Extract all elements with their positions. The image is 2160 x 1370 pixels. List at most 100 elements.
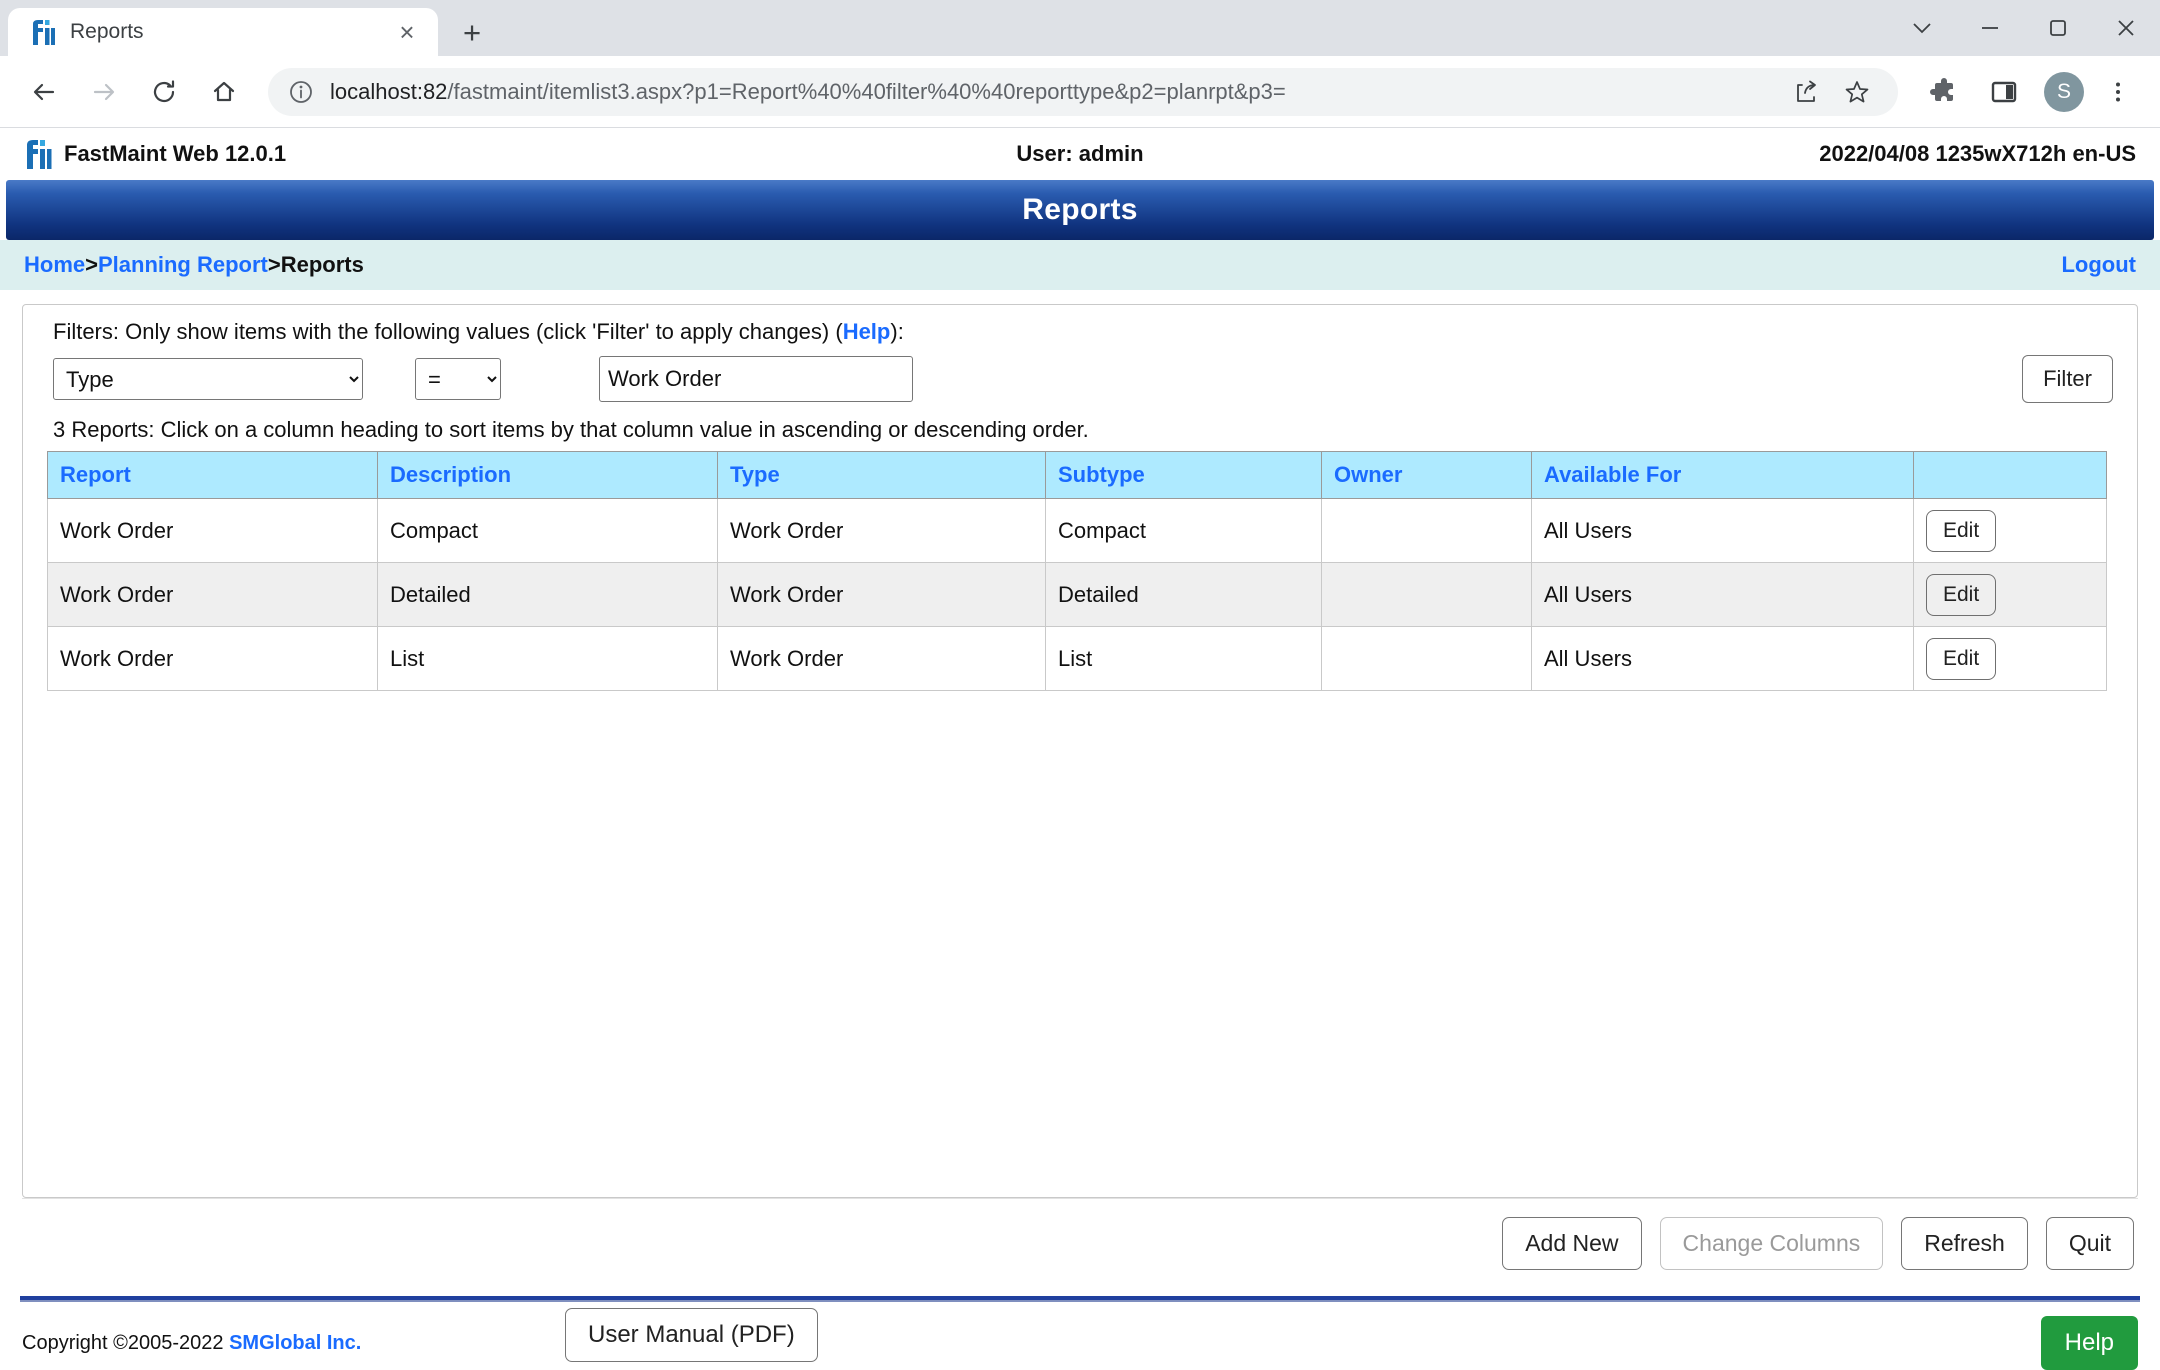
page-title-bar: Reports: [6, 180, 2154, 240]
content-panel: Filters: Only show items with the follow…: [22, 304, 2138, 1198]
reports-table-head: Report Description Type Subtype Owner Av…: [47, 451, 2107, 499]
cell-owner: [1321, 562, 1532, 627]
cell-type: Work Order: [717, 626, 1046, 691]
extensions-puzzle-icon[interactable]: [1918, 66, 1970, 118]
edit-button[interactable]: Edit: [1926, 509, 1997, 552]
company-link[interactable]: SMGlobal Inc.: [229, 1332, 361, 1354]
cell-available-for: All Users: [1531, 626, 1914, 691]
column-header-owner[interactable]: Owner: [1321, 451, 1532, 499]
cell-subtype: List: [1045, 626, 1322, 691]
app-name: FastMaint Web 12.0.1: [64, 141, 287, 166]
reports-table: Report Description Type Subtype Owner Av…: [47, 451, 2107, 691]
column-header-type[interactable]: Type: [717, 451, 1046, 499]
session-stamp: 2022/04/08 1235wX712h en-US: [1819, 141, 2136, 166]
breadcrumb-separator-2: >: [267, 252, 281, 277]
tab-close-icon[interactable]: ×: [390, 15, 424, 49]
page-footer: Copyright ©2005-2022 SMGlobal Inc. User …: [0, 1302, 2160, 1370]
logout-link[interactable]: Logout: [2061, 252, 2136, 278]
cell-owner: [1321, 626, 1532, 691]
fastmaint-favicon-icon: [30, 18, 56, 46]
browser-tab-title: Reports: [70, 20, 144, 43]
page-title: Reports: [1022, 193, 1138, 226]
column-header-description[interactable]: Description: [377, 451, 718, 499]
browser-tab-strip: Reports × +: [0, 0, 2160, 56]
column-header-report[interactable]: Report: [47, 451, 378, 499]
address-bar[interactable]: localhost:82/fastmaint/itemlist3.aspx?p1…: [268, 67, 1898, 116]
star-icon[interactable]: [1834, 69, 1880, 115]
column-header-available-for[interactable]: Available For: [1531, 451, 1914, 499]
quit-button[interactable]: Quit: [2045, 1217, 2134, 1270]
cell-report: Work Order: [47, 498, 378, 563]
maximize-icon[interactable]: [2024, 0, 2092, 56]
cell-subtype: Detailed: [1045, 562, 1322, 627]
forward-arrow-icon[interactable]: [76, 64, 132, 120]
cell-available-for: All Users: [1531, 498, 1914, 563]
cell-owner: [1321, 498, 1532, 563]
table-row: Work Order List Work Order List All User…: [47, 626, 2107, 691]
cell-type: Work Order: [717, 498, 1046, 563]
side-panel-icon[interactable]: [1978, 66, 2030, 118]
filter-value-input[interactable]: [599, 356, 913, 402]
cell-report: Work Order: [47, 562, 378, 627]
window-close-icon[interactable]: [2092, 0, 2160, 56]
filter-field-select[interactable]: Type: [53, 358, 363, 400]
minimize-icon[interactable]: [1956, 0, 2024, 56]
avatar[interactable]: S: [2044, 71, 2084, 112]
breadcrumb-planning-report-link[interactable]: Planning Report: [98, 252, 268, 277]
cell-description: List: [377, 626, 718, 691]
user-manual-button[interactable]: User Manual (PDF): [565, 1308, 818, 1362]
action-buttons-bar: Add New Change Columns Refresh Quit: [22, 1198, 2138, 1282]
back-arrow-icon[interactable]: [16, 64, 72, 120]
reports-table-body: Work Order Compact Work Order Compact Al…: [47, 498, 2107, 691]
app-header: FastMaint Web 12.0.1 User: admin 2022/04…: [0, 128, 2160, 180]
share-icon[interactable]: [1784, 69, 1830, 115]
filters-instruction: Filters: Only show items with the follow…: [23, 319, 2137, 345]
minimize-list-icon[interactable]: [1888, 0, 1956, 56]
address-bar-path: /fastmaint/itemlist3.aspx?p1=Report%40%4…: [447, 78, 1286, 104]
fastmaint-logo-icon: [24, 138, 52, 170]
edit-button[interactable]: Edit: [1926, 573, 1997, 616]
window-controls: [1888, 0, 2160, 56]
help-button[interactable]: Help: [2040, 1316, 2138, 1370]
panel-spacer: [23, 691, 2137, 1197]
chrome-menu-icon[interactable]: [2092, 66, 2144, 118]
breadcrumb: Home>Planning Report>Reports: [24, 252, 364, 278]
refresh-button[interactable]: Refresh: [1901, 1217, 2028, 1270]
site-info-icon[interactable]: [286, 77, 316, 107]
browser-tab[interactable]: Reports ×: [8, 8, 438, 56]
results-count-text: 3 Reports: Click on a column heading to …: [53, 417, 1089, 442]
filter-operator-select[interactable]: =: [415, 358, 501, 400]
breadcrumb-home-link[interactable]: Home: [24, 252, 85, 277]
add-new-button[interactable]: Add New: [1502, 1217, 1642, 1270]
breadcrumb-bar: Home>Planning Report>Reports Logout: [0, 240, 2160, 290]
breadcrumb-current: Reports: [280, 252, 364, 277]
cell-actions: Edit: [1913, 626, 2107, 691]
cell-actions: Edit: [1913, 562, 2107, 627]
filter-button[interactable]: Filter: [2022, 355, 2113, 403]
omnibox-actions: [1780, 69, 1880, 115]
cell-description: Detailed: [377, 562, 718, 627]
table-row: Work Order Compact Work Order Compact Al…: [47, 498, 2107, 563]
cell-actions: Edit: [1913, 498, 2107, 563]
home-icon[interactable]: [196, 64, 252, 120]
cell-description: Compact: [377, 498, 718, 563]
edit-button[interactable]: Edit: [1926, 637, 1997, 680]
new-tab-button[interactable]: +: [446, 8, 498, 56]
reload-icon[interactable]: [136, 64, 192, 120]
reports-table-wrap: Report Description Type Subtype Owner Av…: [23, 451, 2137, 691]
browser-window: Reports × + localhost:82/fastmaint/iteml…: [0, 0, 2160, 1370]
change-columns-button[interactable]: Change Columns: [1659, 1217, 1884, 1270]
address-bar-host: localhost:82: [330, 78, 448, 104]
filter-controls-row: Type = Filter: [23, 345, 2137, 403]
page-content: FastMaint Web 12.0.1 User: admin 2022/04…: [0, 128, 2160, 1370]
column-header-actions: [1913, 451, 2107, 499]
column-header-subtype[interactable]: Subtype: [1045, 451, 1322, 499]
table-header-row: Report Description Type Subtype Owner Av…: [47, 451, 2107, 499]
breadcrumb-separator-1: >: [85, 252, 98, 277]
cell-type: Work Order: [717, 562, 1046, 627]
address-bar-url: localhost:82/fastmaint/itemlist3.aspx?p1…: [330, 79, 1780, 105]
cell-report: Work Order: [47, 626, 378, 691]
filters-help-link[interactable]: Help: [843, 319, 891, 344]
cell-subtype: Compact: [1045, 498, 1322, 563]
copyright-text: Copyright ©2005-2022 SMGlobal Inc.: [22, 1332, 361, 1355]
